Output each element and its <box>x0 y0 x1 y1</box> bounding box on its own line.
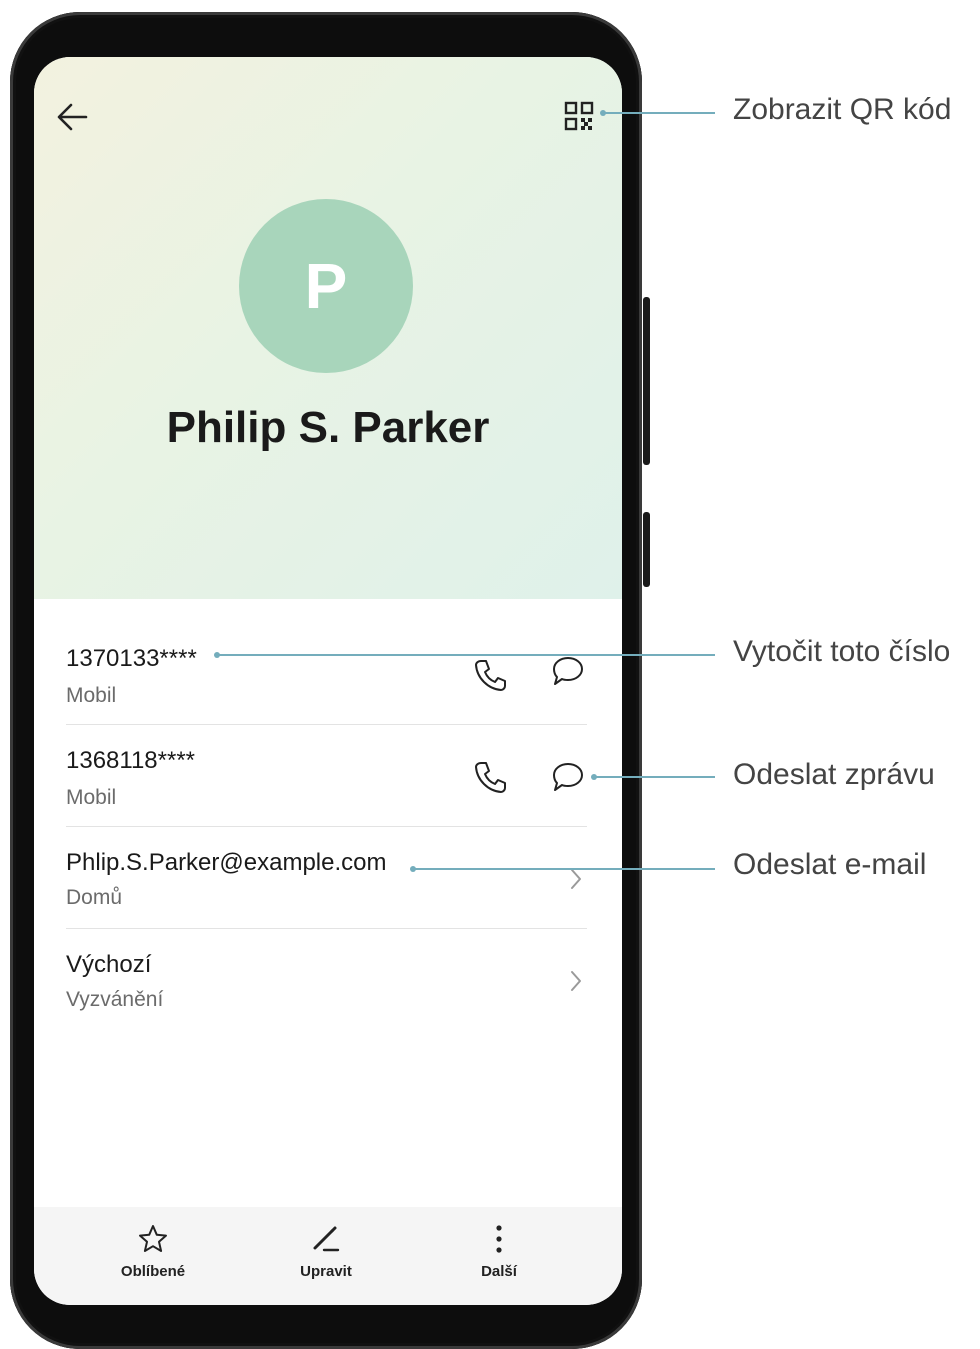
callout-qr-label: Zobrazit QR kód <box>733 93 952 126</box>
email-type: Domů <box>66 886 123 909</box>
pencil-icon <box>313 1226 340 1252</box>
bottom-toolbar: Oblíbené Upravit Další <box>34 1207 622 1305</box>
star-icon <box>139 1225 167 1252</box>
phone-row-2[interactable]: 1368118**** Mobil <box>66 725 587 827</box>
more-button[interactable]: Další <box>439 1207 559 1305</box>
power-button <box>643 512 650 587</box>
email-row[interactable]: Phlip.S.Parker@example.com Domů <box>66 827 587 929</box>
edit-button[interactable]: Upravit <box>266 1207 386 1305</box>
more-vertical-icon <box>496 1225 502 1253</box>
callout-line-email <box>413 868 715 870</box>
ringtone-label: Vyzvánění <box>66 988 164 1011</box>
phone-call-icon[interactable] <box>472 759 508 795</box>
contact-detail-screen: P Philip S. Parker 1370133**** Mobil 136… <box>34 57 622 1305</box>
callout-dial-label: Vytočit toto číslo <box>733 635 951 668</box>
edit-label: Upravit <box>300 1263 352 1280</box>
contact-name: Philip S. Parker <box>166 403 490 452</box>
callout-line-message <box>594 776 715 778</box>
callout-line-qr <box>603 112 715 114</box>
chevron-right-icon <box>571 971 581 991</box>
phone-row-1[interactable]: 1370133**** Mobil <box>66 623 587 725</box>
back-arrow-icon[interactable] <box>54 99 90 135</box>
message-bubble-icon[interactable] <box>550 759 586 795</box>
callout-line-dial <box>217 654 715 656</box>
email-address: Phlip.S.Parker@example.com <box>66 849 387 876</box>
phone-call-icon[interactable] <box>472 657 508 693</box>
qr-code-icon[interactable] <box>564 101 594 131</box>
ringtone-row[interactable]: Výchozí Vyzvánění <box>66 929 587 1030</box>
phone-number: 1368118**** <box>66 747 196 774</box>
favorite-label: Oblíbené <box>120 1263 186 1280</box>
contact-header: P Philip S. Parker <box>34 57 622 599</box>
phone-type: Mobil <box>66 786 117 809</box>
callout-email-label: Odeslat e-mail <box>733 848 927 881</box>
callout-message-label: Odeslat zprávu <box>733 758 935 791</box>
message-bubble-icon[interactable] <box>550 653 586 689</box>
more-label: Další <box>481 1263 517 1280</box>
ringtone-name: Výchozí <box>66 951 152 978</box>
avatar[interactable]: P <box>239 199 413 373</box>
favorite-button[interactable]: Oblíbené <box>93 1207 213 1305</box>
phone-type: Mobil <box>66 684 117 707</box>
phone-number: 1370133**** <box>66 645 197 672</box>
volume-button <box>643 297 650 465</box>
